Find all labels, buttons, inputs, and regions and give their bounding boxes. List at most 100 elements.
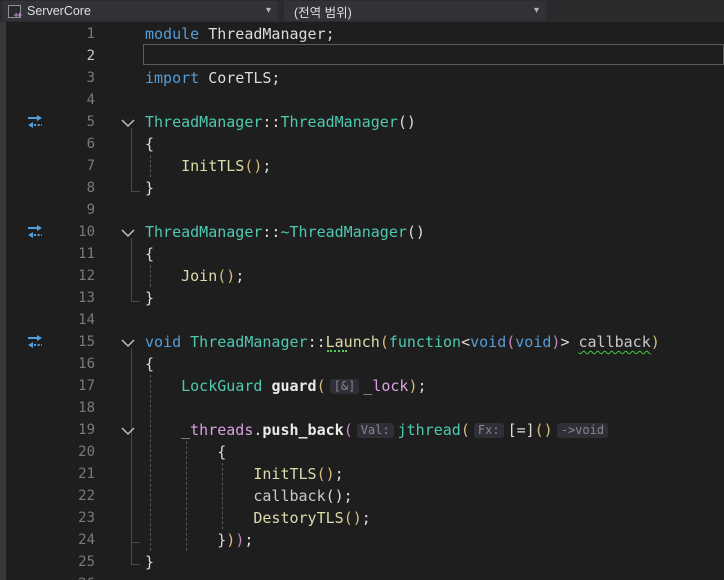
line-number[interactable]: 23	[50, 507, 95, 529]
code-token: ;	[334, 465, 344, 483]
code-line[interactable]: 19 _threads.push_back(Val: jthread(Fx: [=]…	[0, 419, 724, 441]
code-line[interactable]: 3 import CoreTLS;	[0, 67, 724, 89]
code-token: push_back	[262, 421, 344, 439]
line-number[interactable]: 20	[50, 441, 95, 463]
code-line[interactable]: 11 {	[0, 243, 724, 265]
line-number[interactable]: 19	[50, 419, 95, 441]
line-number[interactable]: 2	[50, 45, 95, 67]
fold-chevron-icon[interactable]	[120, 225, 136, 239]
code-line[interactable]: 8}	[0, 177, 724, 199]
code-token: callback	[578, 333, 651, 351]
inlay-hint[interactable]: Fx:	[473, 423, 504, 438]
line-number[interactable]: 17	[50, 375, 95, 397]
code-line[interactable]: 18	[0, 397, 724, 419]
code-token: ()	[343, 509, 362, 527]
code-line[interactable]: 20 {	[0, 441, 724, 463]
line-number[interactable]: 9	[50, 199, 95, 221]
references-margin-icon[interactable]	[26, 114, 44, 129]
line-number[interactable]: 13	[50, 287, 95, 309]
code-line[interactable]: 7 InitTLS();	[0, 155, 724, 177]
line-number[interactable]: 10	[50, 221, 95, 243]
code-line[interactable]: 17 LockGuard guard([&] _lock);	[0, 375, 724, 397]
code-line[interactable]: 16 {	[0, 353, 724, 375]
code-line[interactable]: 2	[0, 45, 724, 67]
references-margin-icon[interactable]	[26, 334, 44, 349]
code-token: ;	[235, 267, 245, 285]
line-number[interactable]: 11	[50, 243, 95, 265]
code-token: (	[343, 421, 353, 439]
code-line[interactable]: 13}	[0, 287, 724, 309]
project-dropdown-label: ServerCore	[27, 4, 91, 18]
code-line[interactable]: 4	[0, 89, 724, 111]
code-token: }	[217, 531, 227, 549]
code-token: ;	[244, 531, 254, 549]
code-line[interactable]: 12 Join();	[0, 265, 724, 287]
code-token: )	[235, 531, 245, 549]
code-token: ;	[361, 509, 371, 527]
code-line-text: }	[145, 177, 154, 199]
line-number[interactable]: 1	[50, 23, 95, 45]
code-token: ThreadManager	[280, 113, 398, 131]
fold-chevron-icon[interactable]	[120, 335, 136, 349]
line-number[interactable]: 5	[50, 111, 95, 133]
code-line[interactable]: 23 DestoryTLS();	[0, 507, 724, 529]
code-token: ::	[307, 333, 326, 351]
code-line[interactable]: 22 callback();	[0, 485, 724, 507]
code-token: void	[145, 333, 191, 351]
line-number[interactable]: 18	[50, 397, 95, 419]
suggestion-dots-underline	[326, 350, 347, 352]
line-number[interactable]: 21	[50, 463, 95, 485]
code-line-text: Join();	[145, 265, 244, 287]
code-line[interactable]: 10 ThreadManager::~ThreadManager()	[0, 221, 724, 243]
line-number[interactable]: 8	[50, 177, 95, 199]
scope-dropdown[interactable]: (전역 범위) ▾	[284, 1, 546, 21]
code-token: ThreadManager;	[208, 25, 335, 43]
line-number[interactable]: 24	[50, 529, 95, 551]
fold-chevron-icon[interactable]	[120, 115, 136, 129]
code-line-text: void ThreadManager::Launch (function<void…	[145, 331, 660, 353]
inlay-hint[interactable]: Val:	[356, 423, 394, 438]
code-line[interactable]: 15 void ThreadManager::Launch (function<vo…	[0, 331, 724, 353]
inlay-hint[interactable]: ->void	[556, 423, 609, 438]
inlay-hint[interactable]: [&]	[329, 379, 360, 394]
line-number[interactable]: 12	[50, 265, 95, 287]
code-token: ::	[262, 113, 281, 131]
code-token: Launch	[325, 333, 380, 352]
line-number[interactable]: 22	[50, 485, 95, 507]
references-margin-icon[interactable]	[26, 224, 44, 239]
line-number[interactable]: 16	[50, 353, 95, 375]
line-number[interactable]: 7	[50, 155, 95, 177]
code-token: {	[145, 245, 155, 263]
line-number[interactable]: 25	[50, 551, 95, 573]
code-token: ::	[262, 223, 281, 241]
line-number[interactable]: 4	[50, 89, 95, 111]
code-line-text: }	[145, 287, 154, 309]
code-line[interactable]: 1 module ThreadManager;	[0, 23, 724, 45]
code-line[interactable]: 6{	[0, 133, 724, 155]
code-line[interactable]: 9	[0, 199, 724, 221]
line-number[interactable]: 14	[50, 309, 95, 331]
code-editor-window: ++ ServerCore ▾ (전역 범위) ▾ 1 module Thread…	[0, 0, 724, 580]
line-number[interactable]: 26	[50, 573, 95, 580]
code-token: )	[650, 333, 660, 351]
code-token: InitTLS	[253, 465, 317, 483]
code-line[interactable]: 14	[0, 309, 724, 331]
line-number[interactable]: 6	[50, 133, 95, 155]
fold-chevron-icon[interactable]	[120, 423, 136, 437]
code-token: >	[560, 333, 579, 351]
code-line[interactable]: 21 InitTLS();	[0, 463, 724, 485]
code-line[interactable]: 25}	[0, 551, 724, 573]
code-line[interactable]: 5 ThreadManager::ThreadManager()	[0, 111, 724, 133]
line-number[interactable]: 3	[50, 67, 95, 89]
code-line[interactable]: 26	[0, 573, 724, 580]
project-dropdown[interactable]: ++ ServerCore ▾	[2, 1, 278, 21]
code-line-text: module ThreadManager;	[145, 23, 335, 45]
line-number[interactable]: 15	[50, 331, 95, 353]
code-line[interactable]: 24 }));	[0, 529, 724, 551]
code-token: ();	[325, 487, 353, 505]
code-area[interactable]: 1 module ThreadManager; 2 3 import CoreTLS; 4…	[0, 23, 724, 580]
code-token: {	[145, 135, 155, 153]
